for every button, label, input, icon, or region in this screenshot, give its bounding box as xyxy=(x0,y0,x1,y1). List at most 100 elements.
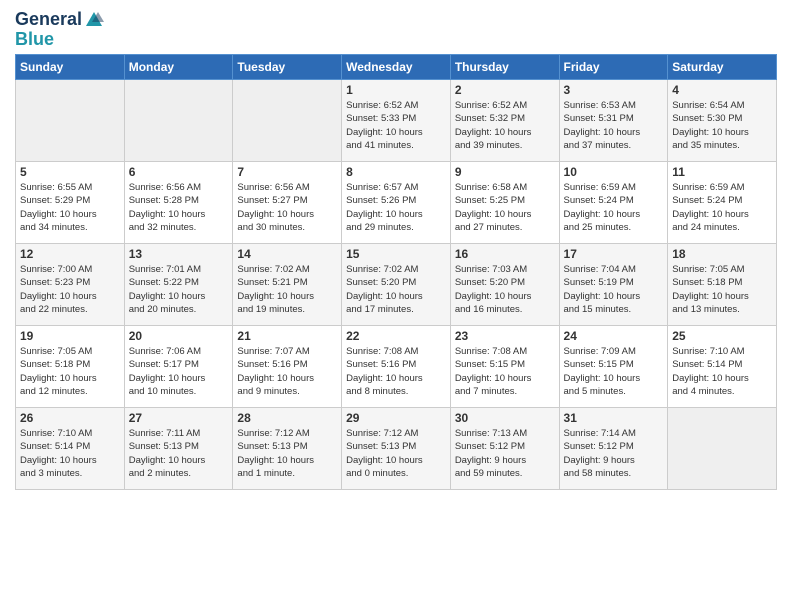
day-number: 18 xyxy=(672,247,772,261)
calendar-cell xyxy=(16,80,125,162)
day-info: Sunrise: 7:09 AM Sunset: 5:15 PM Dayligh… xyxy=(564,345,664,398)
calendar-cell: 20Sunrise: 7:06 AM Sunset: 5:17 PM Dayli… xyxy=(124,326,233,408)
calendar-cell: 8Sunrise: 6:57 AM Sunset: 5:26 PM Daylig… xyxy=(342,162,451,244)
day-info: Sunrise: 7:02 AM Sunset: 5:20 PM Dayligh… xyxy=(346,263,446,316)
calendar-cell: 19 Sunrise: 7:05 AM Sunset: 5:18 PM Dayli… xyxy=(16,326,125,408)
day-number: 27 xyxy=(129,411,229,425)
calendar-cell: 27 Sunrise: 7:11 AM Sunset: 5:13 PM Dayli… xyxy=(124,408,233,490)
day-info: Sunrise: 6:56 AM Sunset: 5:28 PM Dayligh… xyxy=(129,181,229,234)
calendar-table: SundayMondayTuesdayWednesdayThursdayFrid… xyxy=(15,54,777,490)
day-number: 20 xyxy=(129,329,229,343)
calendar-cell: 14 Sunrise: 7:02 AM Sunset: 5:21 PM Dayli… xyxy=(233,244,342,326)
day-number: 29 xyxy=(346,411,446,425)
day-number: 9 xyxy=(455,165,555,179)
day-number: 8 xyxy=(346,165,446,179)
calendar-cell: 1 Sunrise: 6:52 AM Sunset: 5:33 PM Daylig… xyxy=(342,80,451,162)
day-info: Sunrise: 7:12 AM Sunset: 5:13 PM Dayligh… xyxy=(237,427,337,480)
calendar-cell: 23 Sunrise: 7:08 AM Sunset: 5:15 PM Dayli… xyxy=(450,326,559,408)
calendar-cell: 16 Sunrise: 7:03 AM Sunset: 5:20 PM Dayli… xyxy=(450,244,559,326)
calendar-cell: 29Sunrise: 7:12 AM Sunset: 5:13 PM Dayli… xyxy=(342,408,451,490)
calendar-cell: 31Sunrise: 7:14 AM Sunset: 5:12 PM Dayli… xyxy=(559,408,668,490)
day-info: Sunrise: 7:14 AM Sunset: 5:12 PM Dayligh… xyxy=(564,427,664,480)
calendar-cell: 30 Sunrise: 7:13 AM Sunset: 5:12 PM Dayli… xyxy=(450,408,559,490)
calendar-cell: 7 Sunrise: 6:56 AM Sunset: 5:27 PM Daylig… xyxy=(233,162,342,244)
day-info: Sunrise: 7:08 AM Sunset: 5:15 PM Dayligh… xyxy=(455,345,555,398)
day-number: 23 xyxy=(455,329,555,343)
day-number: 12 xyxy=(20,247,120,261)
calendar-cell: 21 Sunrise: 7:07 AM Sunset: 5:16 PM Dayli… xyxy=(233,326,342,408)
day-number: 22 xyxy=(346,329,446,343)
calendar-cell: 11Sunrise: 6:59 AM Sunset: 5:24 PM Dayli… xyxy=(668,162,777,244)
day-info: Sunrise: 7:05 AM Sunset: 5:18 PM Dayligh… xyxy=(20,345,120,398)
day-info: Sunrise: 7:03 AM Sunset: 5:20 PM Dayligh… xyxy=(455,263,555,316)
page-header: General Blue xyxy=(15,10,777,50)
calendar-cell: 5Sunrise: 6:55 AM Sunset: 5:29 PM Daylig… xyxy=(16,162,125,244)
day-info: Sunrise: 6:59 AM Sunset: 5:24 PM Dayligh… xyxy=(672,181,772,234)
logo: General Blue xyxy=(15,10,104,50)
header-saturday: Saturday xyxy=(668,55,777,80)
day-number: 26 xyxy=(20,411,120,425)
day-info: Sunrise: 6:56 AM Sunset: 5:27 PM Dayligh… xyxy=(237,181,337,234)
day-info: Sunrise: 7:10 AM Sunset: 5:14 PM Dayligh… xyxy=(672,345,772,398)
day-info: Sunrise: 7:13 AM Sunset: 5:12 PM Dayligh… xyxy=(455,427,555,480)
header-tuesday: Tuesday xyxy=(233,55,342,80)
calendar-header-row: SundayMondayTuesdayWednesdayThursdayFrid… xyxy=(16,55,777,80)
day-info: Sunrise: 6:52 AM Sunset: 5:32 PM Dayligh… xyxy=(455,99,555,152)
day-number: 4 xyxy=(672,83,772,97)
day-number: 1 xyxy=(346,83,446,97)
day-info: Sunrise: 7:00 AM Sunset: 5:23 PM Dayligh… xyxy=(20,263,120,316)
day-info: Sunrise: 7:05 AM Sunset: 5:18 PM Dayligh… xyxy=(672,263,772,316)
day-info: Sunrise: 6:54 AM Sunset: 5:30 PM Dayligh… xyxy=(672,99,772,152)
day-number: 16 xyxy=(455,247,555,261)
day-number: 14 xyxy=(237,247,337,261)
day-info: Sunrise: 6:53 AM Sunset: 5:31 PM Dayligh… xyxy=(564,99,664,152)
header-thursday: Thursday xyxy=(450,55,559,80)
calendar-week-row-4: 26 Sunrise: 7:10 AM Sunset: 5:14 PM Dayli… xyxy=(16,408,777,490)
header-monday: Monday xyxy=(124,55,233,80)
day-number: 3 xyxy=(564,83,664,97)
header-sunday: Sunday xyxy=(16,55,125,80)
day-info: Sunrise: 7:02 AM Sunset: 5:21 PM Dayligh… xyxy=(237,263,337,316)
calendar-cell xyxy=(233,80,342,162)
day-info: Sunrise: 6:52 AM Sunset: 5:33 PM Dayligh… xyxy=(346,99,446,152)
calendar-cell xyxy=(124,80,233,162)
day-number: 7 xyxy=(237,165,337,179)
day-number: 2 xyxy=(455,83,555,97)
day-info: Sunrise: 7:11 AM Sunset: 5:13 PM Dayligh… xyxy=(129,427,229,480)
calendar-cell: 18 Sunrise: 7:05 AM Sunset: 5:18 PM Dayli… xyxy=(668,244,777,326)
day-number: 25 xyxy=(672,329,772,343)
day-info: Sunrise: 7:01 AM Sunset: 5:22 PM Dayligh… xyxy=(129,263,229,316)
calendar-cell: 4 Sunrise: 6:54 AM Sunset: 5:30 PM Daylig… xyxy=(668,80,777,162)
calendar-cell: 2 Sunrise: 6:52 AM Sunset: 5:32 PM Daylig… xyxy=(450,80,559,162)
day-info: Sunrise: 7:04 AM Sunset: 5:19 PM Dayligh… xyxy=(564,263,664,316)
calendar-cell: 12 Sunrise: 7:00 AM Sunset: 5:23 PM Dayli… xyxy=(16,244,125,326)
day-info: Sunrise: 7:08 AM Sunset: 5:16 PM Dayligh… xyxy=(346,345,446,398)
calendar-week-row-1: 5Sunrise: 6:55 AM Sunset: 5:29 PM Daylig… xyxy=(16,162,777,244)
logo-text: General xyxy=(15,10,104,30)
day-number: 24 xyxy=(564,329,664,343)
day-number: 5 xyxy=(20,165,120,179)
calendar-week-row-0: 1 Sunrise: 6:52 AM Sunset: 5:33 PM Daylig… xyxy=(16,80,777,162)
logo-blue-text: Blue xyxy=(15,30,104,50)
day-info: Sunrise: 6:59 AM Sunset: 5:24 PM Dayligh… xyxy=(564,181,664,234)
day-number: 19 xyxy=(20,329,120,343)
calendar-cell: 3 Sunrise: 6:53 AM Sunset: 5:31 PM Daylig… xyxy=(559,80,668,162)
day-number: 21 xyxy=(237,329,337,343)
calendar-cell xyxy=(668,408,777,490)
calendar-cell: 22 Sunrise: 7:08 AM Sunset: 5:16 PM Dayli… xyxy=(342,326,451,408)
day-info: Sunrise: 6:58 AM Sunset: 5:25 PM Dayligh… xyxy=(455,181,555,234)
day-number: 30 xyxy=(455,411,555,425)
day-info: Sunrise: 7:07 AM Sunset: 5:16 PM Dayligh… xyxy=(237,345,337,398)
calendar-cell: 15Sunrise: 7:02 AM Sunset: 5:20 PM Dayli… xyxy=(342,244,451,326)
day-info: Sunrise: 7:10 AM Sunset: 5:14 PM Dayligh… xyxy=(20,427,120,480)
logo-icon xyxy=(84,10,104,30)
day-number: 6 xyxy=(129,165,229,179)
calendar-cell: 13Sunrise: 7:01 AM Sunset: 5:22 PM Dayli… xyxy=(124,244,233,326)
calendar-cell: 6 Sunrise: 6:56 AM Sunset: 5:28 PM Daylig… xyxy=(124,162,233,244)
calendar-cell: 17Sunrise: 7:04 AM Sunset: 5:19 PM Dayli… xyxy=(559,244,668,326)
calendar-week-row-3: 19 Sunrise: 7:05 AM Sunset: 5:18 PM Dayli… xyxy=(16,326,777,408)
day-number: 28 xyxy=(237,411,337,425)
calendar-cell: 24 Sunrise: 7:09 AM Sunset: 5:15 PM Dayli… xyxy=(559,326,668,408)
day-number: 10 xyxy=(564,165,664,179)
calendar-cell: 25 Sunrise: 7:10 AM Sunset: 5:14 PM Dayli… xyxy=(668,326,777,408)
